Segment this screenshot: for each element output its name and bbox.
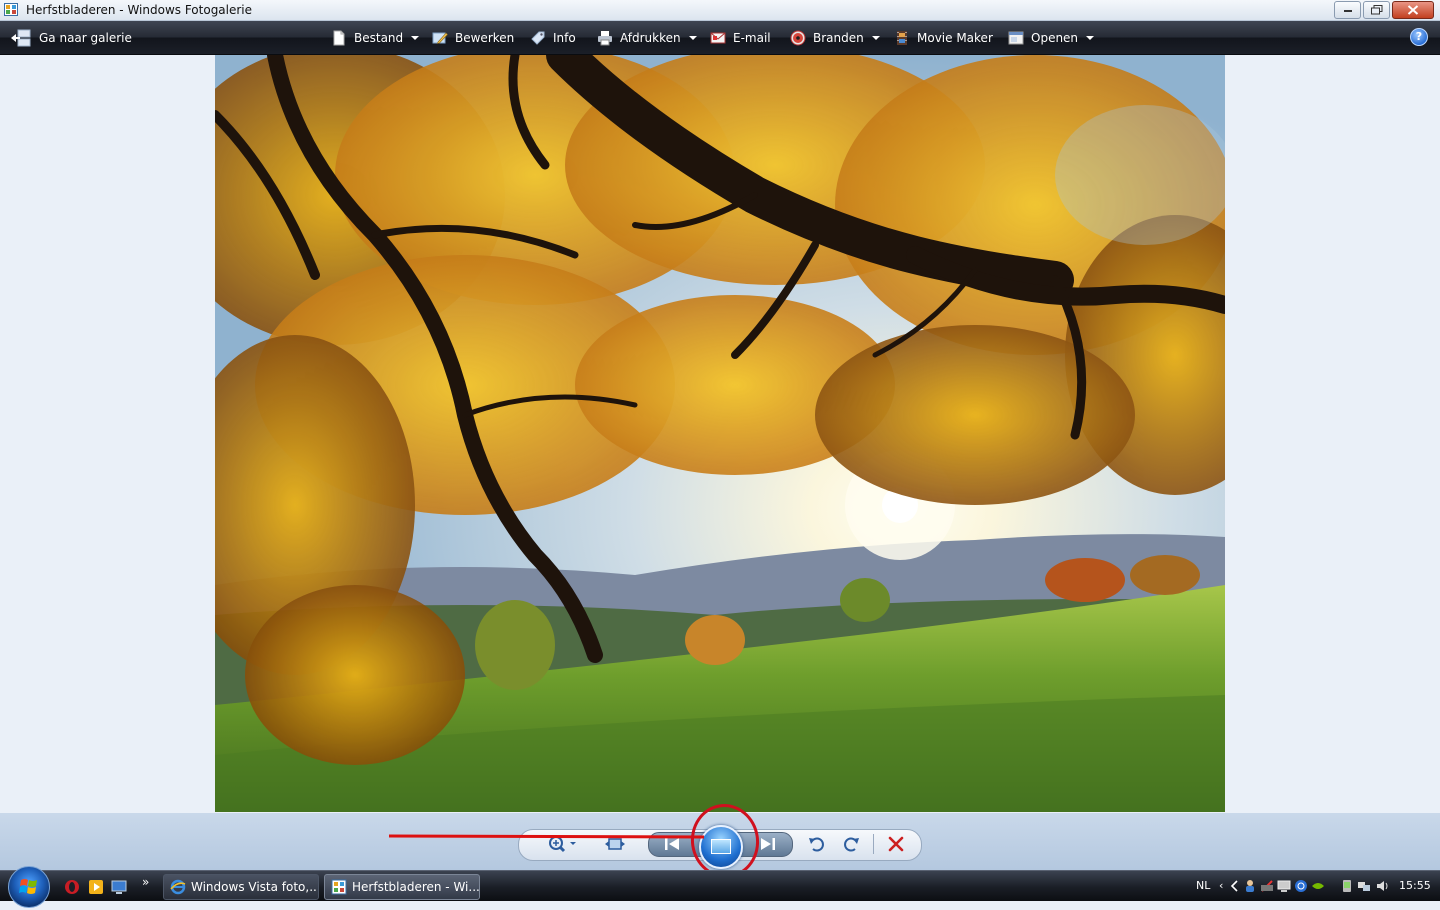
rotate-left-button[interactable]: [805, 834, 829, 854]
network-tray-icon[interactable]: [1294, 879, 1308, 893]
disc-icon: [790, 30, 806, 46]
minimize-button[interactable]: [1334, 1, 1361, 19]
autumn-tree-photo: [215, 55, 1225, 812]
photo-viewer: [0, 55, 1440, 813]
close-icon: [1407, 5, 1419, 15]
restore-icon: [1370, 5, 1382, 15]
antivirus-tray-icon[interactable]: [1260, 879, 1274, 893]
clock[interactable]: 15:55: [1399, 879, 1431, 892]
chevron-double-right-icon: »: [142, 875, 150, 889]
command-toolbar: Ga naar galerie Bestand Bewerken Info Af…: [0, 21, 1440, 55]
window-title: Herfstbladeren - Windows Fotogalerie: [26, 3, 253, 17]
chevron-down-icon: [1086, 36, 1095, 40]
chevron-down-icon: [871, 36, 880, 40]
restore-button[interactable]: [1363, 1, 1390, 19]
quicklaunch-opera[interactable]: [64, 879, 80, 895]
internet-explorer-icon: [170, 879, 186, 895]
next-button[interactable]: [756, 834, 780, 854]
start-button[interactable]: [8, 866, 50, 908]
go-to-gallery-button[interactable]: Ga naar galerie: [10, 28, 132, 48]
connected-screens-tray-icon[interactable]: [1357, 879, 1371, 893]
language-indicator[interactable]: NL: [1196, 879, 1210, 892]
print-menu[interactable]: Afdrukken: [597, 28, 697, 48]
opera-icon: [65, 880, 79, 894]
info-label: Info: [553, 31, 576, 45]
help-icon: ?: [1415, 30, 1423, 43]
open-label: Openen: [1031, 31, 1079, 45]
tray-left-arrow-icon[interactable]: [1228, 879, 1242, 893]
show-desktop-icon: [111, 880, 127, 894]
tag-icon: [530, 30, 546, 46]
rotate-right-icon: [844, 837, 859, 852]
control-separator: [873, 834, 874, 854]
file-icon: [331, 30, 347, 46]
file-menu[interactable]: Bestand: [331, 28, 420, 48]
go-to-gallery-label: Ga naar galerie: [39, 31, 132, 45]
gallery-back-icon: [10, 29, 32, 47]
printer-icon: [597, 30, 613, 46]
rotate-left-icon: [809, 837, 824, 852]
edit-button[interactable]: Bewerken: [432, 28, 514, 48]
print-label: Afdrukken: [620, 31, 681, 45]
gallery-app-icon: [4, 3, 18, 16]
email-icon: [710, 30, 726, 46]
quicklaunch-media-player[interactable]: [88, 879, 104, 895]
rotate-right-button[interactable]: [839, 834, 863, 854]
volume-tray-icon[interactable]: [1375, 879, 1389, 893]
delete-button[interactable]: [884, 834, 908, 854]
nvidia-tray-icon[interactable]: [1311, 879, 1325, 893]
email-label: E-mail: [733, 31, 771, 45]
monitor-tray-icon[interactable]: [1277, 879, 1291, 893]
windows-logo-icon: [19, 879, 37, 894]
burn-menu[interactable]: Branden: [790, 28, 880, 48]
gallery-app-icon: [331, 879, 347, 895]
info-button[interactable]: Info: [530, 28, 576, 48]
task-windows-vista[interactable]: Windows Vista foto,...: [163, 874, 319, 900]
open-menu[interactable]: Openen: [1008, 28, 1095, 48]
movie-maker-label: Movie Maker: [917, 31, 993, 45]
quicklaunch-more[interactable]: »: [142, 875, 158, 891]
help-button[interactable]: ?: [1410, 28, 1428, 46]
title-bar: Herfstbladeren - Windows Fotogalerie: [0, 0, 1440, 21]
media-player-icon: [89, 880, 103, 894]
edit-label: Bewerken: [455, 31, 515, 45]
task-herfstbladeren[interactable]: Herfstbladeren - Wi...: [324, 874, 480, 900]
user-tray-icon[interactable]: [1243, 879, 1257, 893]
next-icon: [761, 838, 775, 850]
edit-icon: [432, 30, 448, 46]
chevron-down-icon: [411, 36, 420, 40]
taskbar: » Windows Vista foto,... Herfstbladeren …: [0, 866, 1440, 908]
minimize-icon: [1343, 10, 1352, 12]
task-label: Windows Vista foto,...: [191, 880, 319, 894]
quicklaunch-show-desktop[interactable]: [111, 879, 127, 895]
chevron-down-icon: [688, 36, 697, 40]
film-icon: [894, 30, 910, 46]
delete-icon: [888, 836, 904, 852]
email-button[interactable]: E-mail: [710, 28, 771, 48]
burn-label: Branden: [813, 31, 864, 45]
task-label: Herfstbladeren - Wi...: [352, 880, 480, 894]
open-window-icon: [1008, 30, 1024, 46]
close-button[interactable]: [1392, 1, 1434, 19]
movie-maker-button[interactable]: Movie Maker: [894, 28, 993, 48]
file-menu-label: Bestand: [354, 31, 404, 45]
tray-overflow-chevron[interactable]: ‹: [1219, 879, 1223, 892]
device-tray-icon[interactable]: [1340, 879, 1354, 893]
